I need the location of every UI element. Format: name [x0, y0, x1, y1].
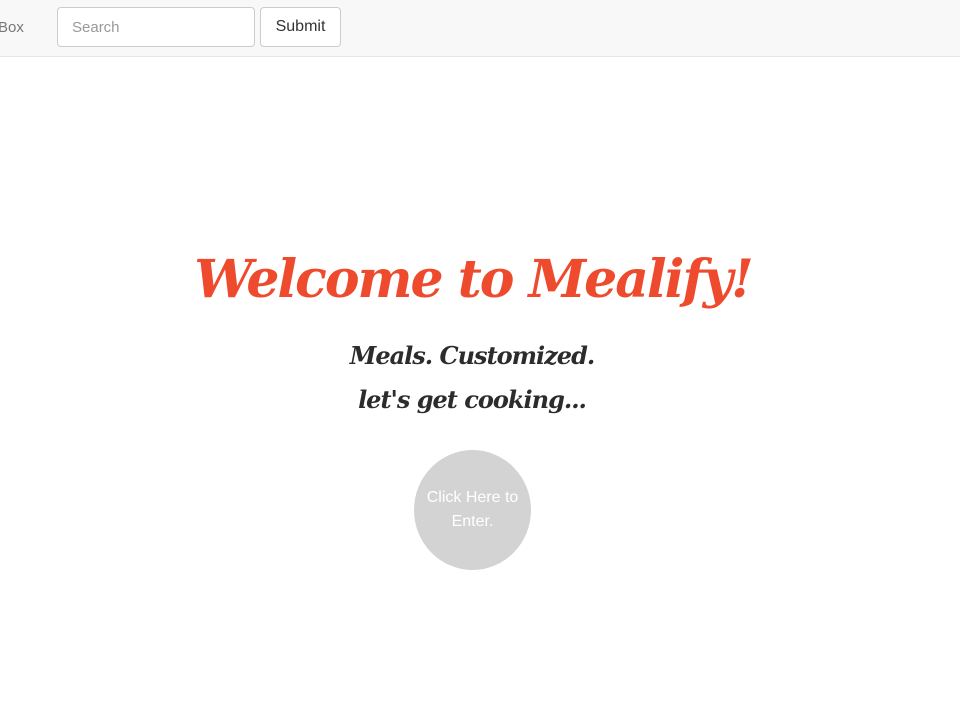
search-input[interactable] — [57, 7, 255, 47]
submit-button[interactable]: Submit — [260, 7, 341, 47]
page-title: Welcome to Mealify! — [194, 249, 754, 310]
top-navbar: Box Submit — [0, 0, 960, 57]
tagline-line-1: Meals. Customized. — [349, 341, 595, 370]
tagline-line-2: let's get cooking... — [358, 385, 587, 414]
enter-button[interactable]: Click Here to Enter. — [414, 450, 531, 570]
navbar-brand-link[interactable]: Box — [0, 18, 24, 38]
